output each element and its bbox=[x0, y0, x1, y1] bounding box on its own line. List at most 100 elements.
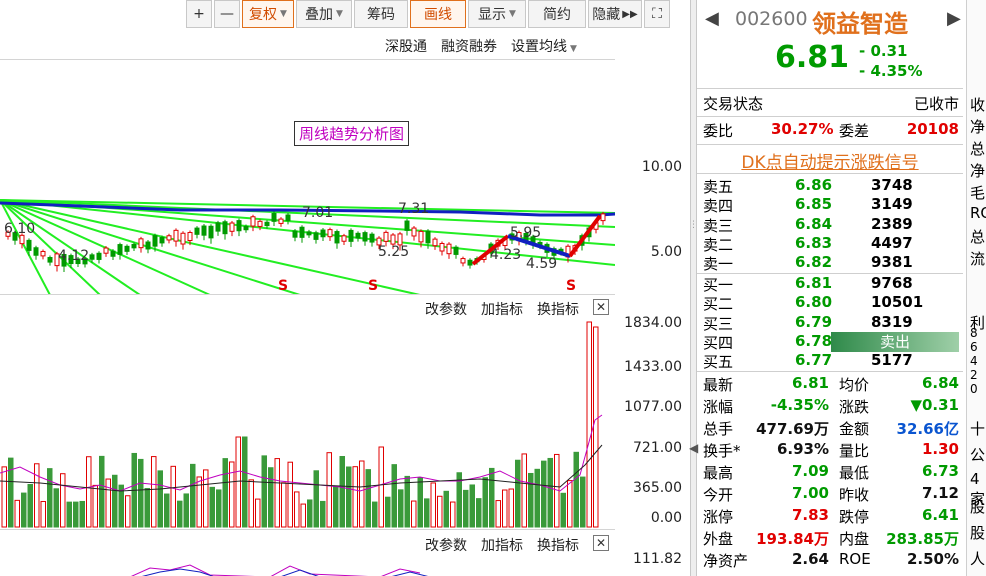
zoom-out-button[interactable]: — bbox=[214, 0, 240, 28]
volume-panel[interactable]: 改参数 加指标 换指标 ✕ bbox=[0, 294, 615, 529]
volume-bar bbox=[547, 457, 553, 528]
add-indicator-link[interactable]: 加指标 bbox=[481, 535, 523, 555]
draw-line-label: 画线 bbox=[424, 7, 452, 23]
divider bbox=[697, 371, 963, 372]
level-label: 卖五 bbox=[703, 178, 734, 196]
level-label: 卖三 bbox=[703, 216, 734, 235]
candle-body bbox=[33, 247, 39, 256]
level-label: 买四 bbox=[703, 333, 734, 352]
indicator-tick: 111.82 bbox=[633, 551, 682, 567]
volume-bar bbox=[157, 470, 163, 528]
candle-body bbox=[187, 232, 193, 242]
candle-body bbox=[418, 230, 424, 243]
stat-row: 外盘 193.84万 内盘 283.85万 bbox=[697, 528, 963, 550]
ma-settings-link[interactable]: 设置均线 ▼ bbox=[511, 36, 577, 56]
sell-button[interactable]: 卖出 bbox=[831, 332, 959, 352]
level-volume: 4497 bbox=[871, 233, 913, 252]
dk-signal-link[interactable]: DK点自动提示涨跌信号 bbox=[697, 148, 963, 173]
chips-button[interactable]: 筹码 bbox=[354, 0, 408, 28]
level-price: 6.82 bbox=[795, 253, 833, 272]
hide-button[interactable]: 隐藏 ▶▶ bbox=[588, 0, 642, 28]
candle-body bbox=[404, 220, 410, 231]
indicator-panel[interactable]: 改参数 加指标 换指标 ✕ bbox=[0, 529, 615, 576]
margin-link[interactable]: 融资融券 bbox=[441, 36, 497, 56]
chart-toolbar: + — 复权 ▼ 叠加 ▼ 筹码 画线 显示 ▼ 简约 隐藏 ▶▶ ⛶ bbox=[186, 0, 672, 30]
candle-body bbox=[467, 259, 473, 266]
price-chart-panel[interactable]: 周线趋势分析图 6.10 4.12 7.31 7.01 5.25 5.95 4.… bbox=[0, 59, 615, 295]
sell-row[interactable]: 卖四 6.85 3149 bbox=[697, 195, 963, 215]
volume-bar bbox=[144, 488, 150, 528]
volume-bar bbox=[300, 503, 306, 528]
side-info-item: 人 bbox=[970, 550, 986, 568]
stat-label: 总手 bbox=[703, 420, 734, 438]
volume-bar bbox=[580, 476, 586, 528]
level-volume: 3748 bbox=[871, 176, 913, 194]
stat-label: 最新 bbox=[703, 376, 734, 394]
volume-bar bbox=[352, 466, 358, 528]
double-arrow-icon: ▶▶ bbox=[622, 8, 638, 20]
price-annotation: 4.23 bbox=[490, 247, 521, 263]
sell-row[interactable]: 卖一 6.82 9381 bbox=[697, 253, 963, 273]
sell-row[interactable]: 卖二 6.83 4497 bbox=[697, 234, 963, 254]
volume-bar bbox=[320, 500, 326, 528]
volume-bar bbox=[1, 466, 7, 528]
display-button[interactable]: 显示 ▼ bbox=[468, 0, 526, 28]
stat-label: 内盘 bbox=[839, 530, 870, 548]
overlay-button[interactable]: 叠加 ▼ bbox=[296, 0, 352, 28]
stat-label: ROE bbox=[839, 550, 871, 568]
prev-stock-icon[interactable]: ◀ bbox=[705, 8, 719, 29]
status-value: 已收市 bbox=[913, 95, 959, 113]
candle-body bbox=[278, 218, 284, 224]
candle-body bbox=[299, 226, 305, 238]
candle-body bbox=[250, 216, 256, 227]
edit-params-link[interactable]: 改参数 bbox=[425, 535, 467, 555]
panel-splitter[interactable] bbox=[690, 0, 697, 576]
candle-body bbox=[369, 233, 375, 243]
price-change: - 0.31 bbox=[859, 42, 908, 60]
volume-bar bbox=[573, 451, 579, 528]
expand-button[interactable]: ⛶ bbox=[644, 0, 670, 28]
buy-row[interactable]: 买三 6.79 8319 bbox=[697, 313, 963, 333]
simple-mode-button[interactable]: 简约 bbox=[528, 0, 586, 28]
stat-label: 最高 bbox=[703, 464, 734, 482]
price-change-pct: - 4.35% bbox=[859, 62, 923, 80]
buy-row[interactable]: 买五 6.77 5177 bbox=[697, 351, 963, 371]
overlay-label: 叠加 bbox=[305, 7, 334, 23]
last-price: 6.81 bbox=[775, 40, 850, 75]
candle-body bbox=[320, 229, 326, 238]
next-stock-icon[interactable]: ▶ bbox=[947, 8, 961, 29]
volume-bar bbox=[255, 498, 261, 528]
price-tick: 10.00 bbox=[641, 159, 682, 175]
side-info-item: 毛 bbox=[970, 184, 986, 202]
volume-bar bbox=[105, 478, 111, 528]
indicator-axis: 111.82 bbox=[615, 529, 690, 576]
volume-bar bbox=[34, 463, 40, 528]
hide-label: 隐藏 bbox=[592, 7, 621, 23]
volume-bar bbox=[164, 493, 170, 528]
sgt-link[interactable]: 深股通 bbox=[385, 36, 427, 56]
level-label: 买一 bbox=[703, 276, 734, 294]
candle-body bbox=[215, 222, 221, 232]
trade-status-row: 交易状态 已收市 bbox=[697, 93, 963, 115]
switch-indicator-link[interactable]: 换指标 bbox=[537, 535, 579, 555]
indicator-svg bbox=[131, 564, 429, 576]
volume-tick: 365.00 bbox=[633, 480, 682, 496]
sell-row[interactable]: 卖三 6.84 2389 bbox=[697, 215, 963, 235]
candle-body bbox=[96, 252, 102, 260]
fuquan-button[interactable]: 复权 ▼ bbox=[242, 0, 294, 28]
stat-label: 涨停 bbox=[703, 508, 734, 526]
candle-body bbox=[446, 243, 452, 255]
volume-bar bbox=[424, 498, 430, 528]
buy-row[interactable]: 买一 6.81 9768 bbox=[697, 274, 963, 294]
close-icon[interactable]: ✕ bbox=[593, 535, 609, 551]
price-annotation: 4.12 bbox=[58, 248, 89, 264]
draw-line-button[interactable]: 画线 bbox=[410, 0, 466, 28]
indicator-line bbox=[141, 568, 429, 576]
level-volume: 2389 bbox=[871, 214, 913, 233]
stat-label: 涨幅 bbox=[703, 398, 734, 416]
buy-row[interactable]: 买二 6.80 10501 bbox=[697, 293, 963, 313]
stat-value: 2.50% bbox=[906, 550, 959, 568]
zoom-in-button[interactable]: + bbox=[186, 0, 212, 28]
level-volume: 3149 bbox=[871, 195, 913, 214]
sell-row[interactable]: 卖五 6.86 3748 bbox=[697, 176, 963, 196]
